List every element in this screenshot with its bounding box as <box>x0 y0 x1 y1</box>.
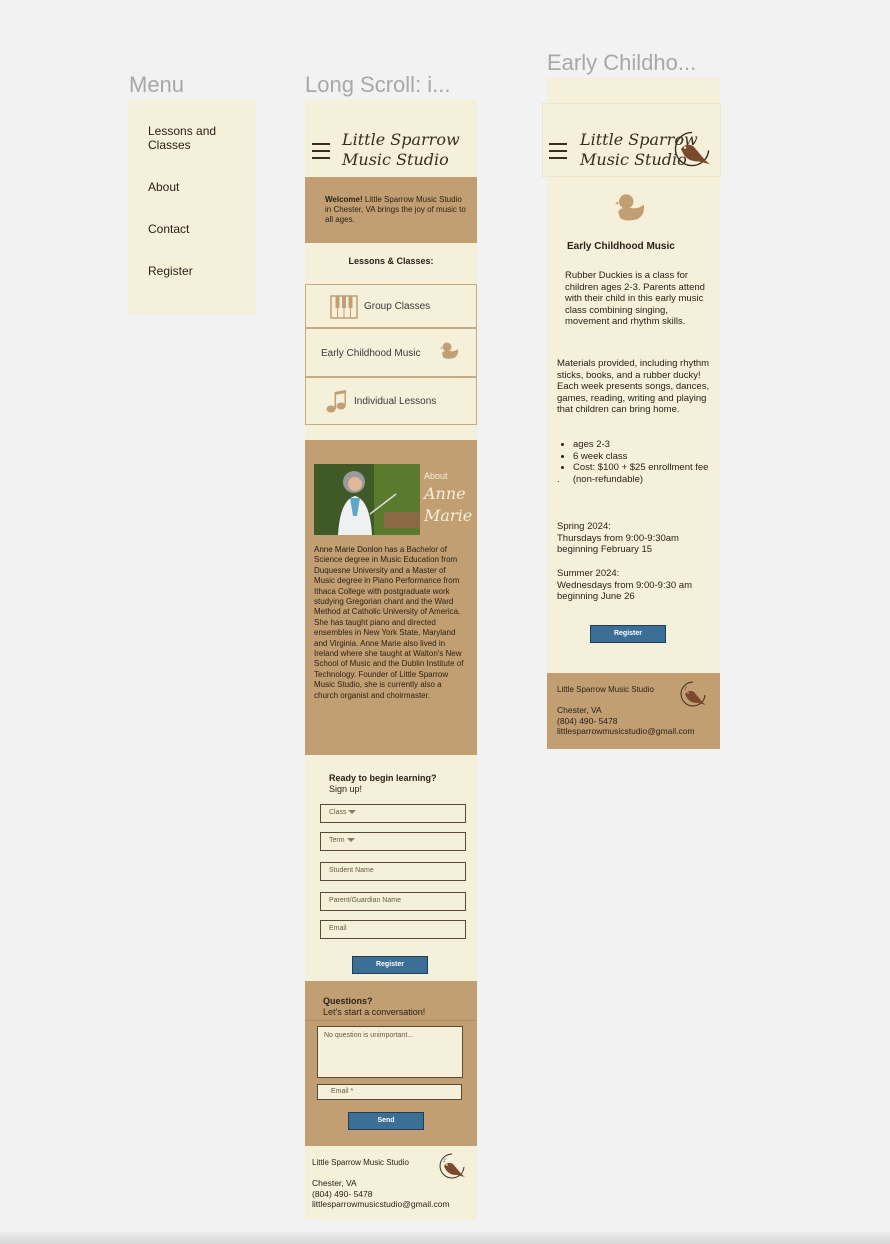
class-select-label: Class <box>329 809 347 816</box>
early-paragraph-1: Rubber Duckies is a class for children a… <box>565 270 705 328</box>
card-early-childhood[interactable]: Early Childhood Music <box>305 328 477 377</box>
about-name-line1: Anne <box>424 484 466 503</box>
early-nonrefundable: . (non-refundable) <box>557 473 644 485</box>
footer-city: Chester, VA <box>312 1178 357 1188</box>
footer-contact: Chester, VA (804) 490- 5478 littlesparro… <box>312 1178 450 1210</box>
summer-label: Summer 2024: <box>557 568 620 579</box>
register-button[interactable]: Register <box>352 956 428 974</box>
parent-name-field[interactable]: Parent/Guardian Name <box>320 892 466 911</box>
sparrow-logo-icon: ♪ <box>680 681 706 707</box>
question-textarea[interactable]: No question is unimportant... <box>317 1026 463 1078</box>
ready-heading: Ready to begin learning? <box>329 773 437 783</box>
hamburger-icon[interactable] <box>312 143 330 164</box>
card-group-label: Group Classes <box>364 301 431 312</box>
anne-marie-photo <box>314 464 420 535</box>
early-heading: Early Childhood Music <box>567 241 675 252</box>
svg-text:♪: ♪ <box>680 137 684 145</box>
early-summer-schedule: Summer 2024: Wednesdays from 9:00-9:30 a… <box>557 568 692 603</box>
card-individual-label: Individual Lessons <box>354 396 437 407</box>
bio-name: Anne Marie Donlon <box>314 545 383 554</box>
early-footer-phone[interactable]: (804) 490- 5478 <box>557 716 695 727</box>
questions-divider <box>305 1020 477 1021</box>
duck-icon <box>440 342 459 359</box>
menu-item-about[interactable]: About <box>148 180 179 194</box>
menu-panel: Lessons and Classes About Contact Regist… <box>128 100 256 314</box>
sparrow-logo-icon: ♪ <box>674 131 710 167</box>
email-field[interactable]: Email <box>320 920 466 939</box>
welcome-text: Welcome! Little Sparrow Music Studio in … <box>325 195 467 225</box>
dropdown-caret-icon <box>346 838 355 843</box>
menu-item-register[interactable]: Register <box>148 264 193 278</box>
brand-line2: Music Studio <box>342 150 449 169</box>
bio-body: has a Bachelor of Science degree in Musi… <box>314 545 464 700</box>
early-footer-city: Chester, VA <box>557 705 602 715</box>
card-individual-lessons[interactable]: Individual Lessons <box>305 377 477 425</box>
term-select[interactable]: Term <box>320 832 466 851</box>
about-label: About <box>424 471 448 481</box>
early-footer-name: Little Sparrow Music Studio <box>557 685 654 694</box>
piano-icon <box>330 295 358 319</box>
svg-text:♪: ♪ <box>443 1158 446 1164</box>
footer-phone[interactable]: (804) 490- 5478 <box>312 1189 450 1200</box>
menu-item-contact[interactable]: Contact <box>148 222 189 236</box>
lessons-heading: Lessons & Classes: <box>348 256 434 266</box>
welcome-bold: Welcome! <box>325 195 363 204</box>
early-paragraph-2: Materials provided, including rhythm sti… <box>557 358 710 416</box>
card-group-classes[interactable]: Group Classes <box>305 284 477 328</box>
class-select[interactable]: Class <box>320 804 466 823</box>
welcome-band: Welcome! Little Sparrow Music Studio in … <box>305 177 477 243</box>
sparrow-logo-icon: ♪ <box>439 1153 465 1179</box>
dropdown-caret-icon <box>348 810 357 815</box>
ready-sub: Sign up! <box>329 784 363 794</box>
hamburger-icon[interactable] <box>549 143 567 164</box>
spring-label: Spring 2024: <box>557 521 611 532</box>
footer-name: Little Sparrow Music Studio <box>312 1158 409 1167</box>
student-name-field[interactable]: Student Name <box>320 862 466 881</box>
summer-start: beginning June 26 <box>557 591 635 603</box>
early-footer: Little Sparrow Music Studio ♪ Chester, V… <box>547 673 720 749</box>
early-detail-item: 6 week class <box>573 451 711 463</box>
menu-item-lessons[interactable]: Lessons and Classes <box>148 124 248 152</box>
early-detail-item: ages 2-3 <box>573 439 711 451</box>
bio-text: Anne Marie Donlon has a Bachelor of Scie… <box>314 545 466 701</box>
early-spring-schedule: Spring 2024: Thursdays from 9:00-9:30am … <box>557 521 679 556</box>
early-register-button[interactable]: Register <box>590 625 666 643</box>
footer-email[interactable]: littlesparrowmusicstudio@gmail.com <box>312 1199 450 1210</box>
questions-heading: Questions? <box>323 996 373 1006</box>
menu-frame-title: Menu <box>129 72 185 97</box>
longscroll-frame-title: Long Scroll: i... <box>305 72 451 97</box>
contact-email-field[interactable]: Email * <box>317 1084 462 1100</box>
card-early-label: Early Childhood Music <box>321 348 421 359</box>
music-note-icon <box>326 390 346 413</box>
about-band: About Anne Marie Anne Marie Donlon has a… <box>305 440 477 755</box>
about-name-line2: Marie <box>424 506 473 525</box>
brand-logo[interactable]: Little Sparrow Music Studio <box>342 130 460 170</box>
term-select-label: Term <box>329 837 345 844</box>
early-frame-title: Early Childho... <box>547 50 697 75</box>
questions-band: Questions? Let's start a conversation! N… <box>305 981 477 1146</box>
early-footer-contact: Chester, VA (804) 490- 5478 littlesparro… <box>557 705 695 737</box>
about-name: Anne Marie <box>424 483 472 527</box>
spring-time: Thursdays from 9:00-9:30am <box>557 532 679 544</box>
window-bottom-edge <box>0 1232 890 1244</box>
svg-text:♪: ♪ <box>684 686 687 692</box>
summer-time: Wednesdays from 9:00-9:30 am <box>557 579 693 591</box>
spring-start: beginning February 15 <box>557 544 653 556</box>
duck-icon <box>615 194 645 221</box>
early-details-list: ages 2-3 6 week class Cost: $100 + $25 e… <box>557 439 711 485</box>
early-footer-email[interactable]: littlesparrowmusicstudio@gmail.com <box>557 726 695 737</box>
early-detail-item: Cost: $100 + $25 enrollment fee <box>573 462 711 474</box>
brand-line1: Little Sparrow <box>342 130 460 149</box>
questions-sub: Let's start a conversation! <box>323 1007 426 1017</box>
send-button[interactable]: Send <box>348 1112 424 1130</box>
